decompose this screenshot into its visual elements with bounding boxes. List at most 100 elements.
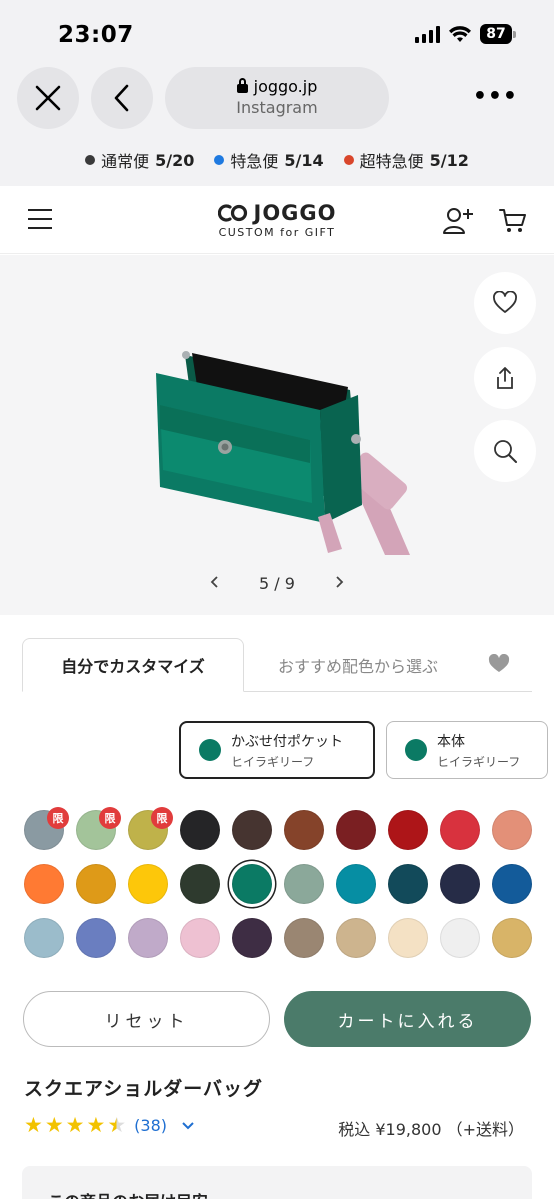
color-swatch[interactable] [336, 918, 376, 958]
color-swatch[interactable] [440, 918, 480, 958]
color-swatch[interactable] [128, 918, 168, 958]
status-time: 23:07 [58, 22, 134, 48]
cart-button[interactable] [498, 206, 528, 238]
color-swatch[interactable] [492, 918, 532, 958]
limited-badge: 限 [47, 807, 69, 829]
heart-icon [488, 653, 510, 672]
color-swatch[interactable] [388, 864, 428, 904]
color-swatch[interactable] [232, 864, 272, 904]
gallery-pager: 5 / 9 [0, 573, 554, 594]
add-user-icon [443, 208, 473, 234]
color-swatch[interactable]: 限 [24, 807, 69, 850]
dot-icon [85, 155, 96, 165]
signal-icon [415, 25, 440, 43]
tab-customize[interactable]: 自分でカスタマイズ [22, 638, 244, 692]
review-count[interactable]: (38) [134, 1116, 167, 1135]
color-swatch[interactable] [492, 810, 532, 850]
site-header: JOGGO CUSTOM for GIFT [0, 186, 554, 254]
color-swatch[interactable] [440, 864, 480, 904]
color-swatch[interactable] [24, 864, 64, 904]
limited-badge: 限 [99, 807, 121, 829]
color-swatch[interactable] [232, 810, 272, 850]
limited-badge: 限 [151, 807, 173, 829]
color-swatch[interactable] [76, 918, 116, 958]
color-swatch[interactable] [232, 918, 272, 958]
color-swatch-grid: 限限限 [24, 807, 534, 972]
chevron-left-icon [210, 576, 218, 588]
url-domain-row: joggo.jp [165, 77, 389, 96]
part-color-name: ヒイラギリーフ [437, 754, 521, 769]
delivery-dates: 通常便 5/20 特急便 5/14 超特急便 5/12 [0, 148, 554, 172]
favorite-button[interactable] [474, 272, 536, 334]
logo-mark-icon [217, 204, 247, 222]
page-indicator: 5 / 9 [259, 574, 295, 593]
color-swatch[interactable] [388, 810, 428, 850]
swatch-row: 限限限 [24, 807, 534, 850]
product-title: スクエアショルダーバッグ [24, 1078, 264, 1100]
color-swatch[interactable] [284, 918, 324, 958]
reset-button[interactable]: リセット [23, 991, 270, 1047]
tab-recommended[interactable]: おすすめ配色から選ぶ [258, 638, 458, 692]
more-menu-button[interactable]: ••• [473, 84, 518, 109]
add-to-cart-button[interactable]: カートに入れる [284, 991, 531, 1047]
part-color-name: ヒイラギリーフ [231, 754, 315, 769]
color-swatch[interactable] [284, 810, 324, 850]
product-price: 税込 ¥19,800 （+送料） [338, 1120, 524, 1139]
star-icon: ★ [86, 1113, 106, 1137]
color-swatch[interactable] [24, 918, 64, 958]
logo-text: JOGGO [253, 201, 337, 225]
delivery-express: 特急便 5/14 [214, 148, 324, 172]
lock-icon [236, 78, 248, 93]
star-icon: ★ [65, 1113, 85, 1137]
delivery-date: 5/20 [155, 150, 195, 170]
share-icon [497, 367, 513, 389]
star-icon: ★ [24, 1113, 43, 1137]
color-swatch[interactable] [336, 810, 376, 850]
dot-icon [214, 155, 225, 165]
delivery-label: 通常便 [101, 152, 150, 171]
tab-favorites[interactable] [488, 653, 510, 678]
url-bar[interactable]: joggo.jp Instagram [165, 67, 389, 129]
chevron-left-icon [114, 84, 129, 112]
chevron-right-icon [336, 576, 344, 588]
color-swatch[interactable] [180, 864, 220, 904]
color-swatch[interactable] [180, 810, 220, 850]
part-color-swatch [405, 739, 427, 761]
color-swatch[interactable] [388, 918, 428, 958]
chevron-down-icon[interactable] [181, 1116, 195, 1135]
color-swatch[interactable]: 限 [128, 807, 173, 850]
url-domain: joggo.jp [253, 77, 318, 96]
part-name: かぶせ付ポケット [231, 733, 343, 750]
color-swatch[interactable]: 限 [76, 807, 121, 850]
delivery-normal: 通常便 5/20 [85, 148, 194, 172]
delivery-date: 5/14 [284, 150, 324, 170]
share-button[interactable] [474, 347, 536, 409]
close-button[interactable] [17, 67, 79, 129]
color-swatch[interactable] [492, 864, 532, 904]
part-pocket-button[interactable]: かぶせ付ポケット ヒイラギリーフ [179, 721, 375, 779]
product-gallery[interactable]: 5 / 9 [0, 255, 554, 615]
color-swatch[interactable] [336, 864, 376, 904]
delivery-super-express: 超特急便 5/12 [343, 148, 469, 172]
delivery-label: 特急便 [230, 152, 279, 171]
color-swatch[interactable] [128, 864, 168, 904]
zoom-button[interactable] [474, 420, 536, 482]
delivery-info-card: この商品のお届け目安 [22, 1166, 532, 1199]
prev-image-button[interactable] [209, 573, 219, 594]
part-name: 本体 [437, 733, 465, 750]
battery-icon: 87 [480, 24, 516, 44]
color-swatch[interactable] [180, 918, 220, 958]
color-swatch[interactable] [440, 810, 480, 850]
back-button[interactable] [91, 67, 153, 129]
wifi-icon [449, 26, 471, 42]
next-image-button[interactable] [335, 573, 345, 594]
status-icons: 87 [415, 24, 516, 44]
color-swatch[interactable] [76, 864, 116, 904]
part-body-button[interactable]: 本体 ヒイラギリーフ [386, 721, 548, 779]
part-color-swatch [199, 739, 221, 761]
account-button[interactable] [442, 206, 474, 240]
dot-icon [343, 155, 354, 165]
url-source: Instagram [236, 98, 318, 117]
color-swatch[interactable] [284, 864, 324, 904]
product-rating[interactable]: ★ ★ ★ ★ ★ (38) [24, 1113, 195, 1137]
